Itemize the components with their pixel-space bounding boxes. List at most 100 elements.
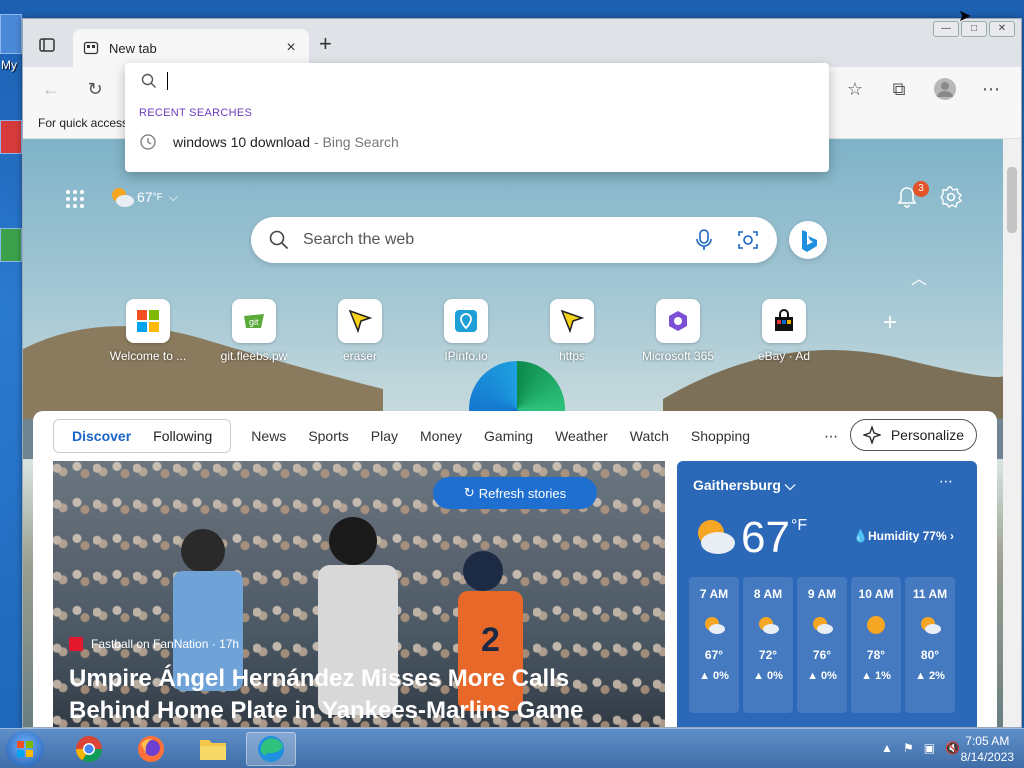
weather-mini-temp: 67 — [137, 189, 153, 205]
volume-muted-icon[interactable]: 🔇 — [945, 741, 960, 755]
personalize-label: Personalize — [890, 427, 964, 443]
refresh-button[interactable]: ↻ — [83, 77, 107, 101]
text-caret — [167, 72, 168, 90]
microphone-icon[interactable] — [695, 229, 713, 251]
microsoft-365-logo-icon — [669, 311, 687, 331]
tab-discover[interactable]: Discover — [66, 428, 137, 444]
feed-pill-tabs: Discover Following — [53, 419, 232, 453]
close-button[interactable]: ✕ — [989, 21, 1015, 37]
quick-link-tile[interactable]: IPinfo.io — [413, 299, 519, 363]
action-center-flag-icon[interactable]: ⚑ — [903, 741, 914, 755]
taskbar-edge[interactable] — [246, 732, 296, 766]
desktop-icon-app[interactable] — [0, 120, 22, 154]
bing-chat-button[interactable] — [789, 221, 827, 259]
favorites-bar-text: For quick access — [38, 116, 129, 130]
quick-link-label: IPinfo.io — [444, 349, 488, 363]
favorites-button[interactable]: ☆ — [843, 77, 867, 101]
quick-link-tile[interactable]: eraser — [307, 299, 413, 363]
nav-money[interactable]: Money — [420, 428, 462, 444]
shopping-bag-icon — [775, 309, 793, 331]
nav-shopping[interactable]: Shopping — [691, 428, 750, 444]
taskbar-clock[interactable]: 7:05 AM 8/14/2023 — [961, 733, 1014, 765]
partly-sunny-icon — [705, 617, 725, 634]
tab-following[interactable]: Following — [147, 428, 218, 444]
recent-search-item[interactable]: windows 10 download - Bing Search — [125, 119, 829, 151]
page-settings-gear-icon[interactable] — [939, 185, 963, 209]
collections-button[interactable]: ⧉ — [887, 77, 911, 101]
taskbar-firefox[interactable] — [126, 732, 176, 766]
web-search-box[interactable]: Search the web — [251, 217, 777, 263]
nav-sports[interactable]: Sports — [308, 428, 348, 444]
quick-link-label: Microsoft 365 — [641, 349, 715, 363]
weather-temp-unit: °F — [791, 517, 808, 534]
story-source: Fastball on FanNation · 17h — [69, 637, 239, 651]
visual-search-icon[interactable] — [737, 229, 759, 251]
hero-story[interactable]: 2 ↻ Refresh stories Fastball on FanNatio… — [53, 461, 665, 727]
quick-link-label: Welcome to ... — [109, 349, 187, 363]
desktop-icon-label: My — [1, 58, 17, 72]
nav-news[interactable]: News — [251, 428, 286, 444]
tab-actions-icon[interactable] — [37, 35, 57, 55]
taskbar-file-explorer[interactable] — [188, 732, 238, 766]
new-tab-page-icon — [83, 41, 99, 55]
hourly-forecast-item: 10 AM 78° ▲ 1% — [851, 577, 901, 713]
desktop-icon-app-2[interactable] — [0, 228, 22, 262]
svg-text:2: 2 — [481, 621, 500, 659]
quick-link-label: eBay · Ad — [757, 349, 811, 363]
quick-link-tile[interactable]: https — [519, 299, 625, 363]
network-icon[interactable]: ▣ — [924, 741, 935, 755]
taskbar-chrome[interactable] — [64, 732, 114, 766]
tab-new-tab[interactable]: New tab × — [73, 29, 309, 67]
collapse-chevron-icon[interactable]: ︿ — [911, 265, 927, 289]
page-scrollbar[interactable] — [1003, 139, 1021, 727]
weather-humidity[interactable]: 💧Humidity 77% › — [853, 529, 954, 543]
scrollbar-thumb[interactable] — [1007, 167, 1017, 233]
title-bar: New tab × + — □ ✕ — [23, 19, 1021, 67]
new-tab-page: 67 °F ⌵ 3 Search the web ︿ Welcome to ..… — [23, 139, 1003, 727]
desktop-icon-computer[interactable] — [0, 14, 22, 54]
show-hidden-icons-icon[interactable]: ▲ — [881, 741, 893, 755]
new-tab-button[interactable]: + — [319, 33, 332, 55]
quick-link-tile[interactable]: git git.fleebs.pw — [201, 299, 307, 363]
quick-link-tile[interactable]: eBay · Ad — [731, 299, 837, 363]
hourly-forecast-item: 9 AM 76° ▲ 0% — [797, 577, 847, 713]
nav-more-button[interactable]: ⋯ — [824, 428, 838, 445]
weather-card[interactable]: Gaithersburg ⌵ ⋯ 67 °F 💧Humidity 77% › 7… — [677, 461, 977, 727]
windows-logo-icon — [17, 741, 33, 757]
weather-current-temp: 67 — [741, 513, 790, 562]
tab-title: New tab — [109, 40, 157, 56]
profile-avatar-icon[interactable] — [933, 77, 957, 101]
weather-more-icon[interactable]: ⋯ — [939, 473, 953, 490]
clock-date: 8/14/2023 — [960, 750, 1014, 764]
search-icon — [269, 230, 289, 250]
apps-grid-icon[interactable] — [65, 189, 85, 209]
git-logo-icon: git — [244, 314, 264, 328]
nav-watch[interactable]: Watch — [630, 428, 669, 444]
back-button[interactable]: ← — [39, 77, 63, 101]
notification-badge: 3 — [913, 181, 929, 197]
tab-close-icon[interactable]: × — [283, 39, 299, 57]
sunny-icon — [867, 616, 885, 634]
refresh-stories-button[interactable]: ↻ Refresh stories — [433, 477, 597, 509]
weather-mini-widget[interactable]: 67 °F ⌵ — [109, 185, 178, 209]
story-headline[interactable]: Umpire Ángel Hernández Misses More Calls… — [69, 663, 649, 727]
personalize-button[interactable]: Personalize — [849, 419, 977, 451]
settings-more-button[interactable]: ⋯ — [979, 77, 1003, 101]
address-input[interactable] — [125, 63, 829, 99]
nav-gaming[interactable]: Gaming — [484, 428, 533, 444]
story-source-text: Fastball on FanNation · 17h — [91, 637, 240, 651]
start-button[interactable] — [6, 731, 44, 767]
browser-window: New tab × + — □ ✕ ← ↻ ☆ ⧉ ⋯ For quick ac… — [22, 18, 1022, 728]
edge-icon — [258, 736, 284, 762]
window-controls: — □ ✕ — [933, 21, 1015, 37]
nav-weather[interactable]: Weather — [555, 428, 608, 444]
minimize-button[interactable]: — — [933, 21, 959, 37]
quick-link-tile[interactable]: Welcome to ... — [95, 299, 201, 363]
quick-link-tile[interactable]: Microsoft 365 — [625, 299, 731, 363]
nav-play[interactable]: Play — [371, 428, 398, 444]
weather-city[interactable]: Gaithersburg ⌵ — [693, 477, 795, 494]
cursor-arrow-icon — [348, 309, 373, 334]
partly-sunny-icon — [759, 617, 779, 634]
add-quick-link[interactable]: + — [837, 299, 943, 363]
ipinfo-logo-icon — [455, 310, 477, 332]
